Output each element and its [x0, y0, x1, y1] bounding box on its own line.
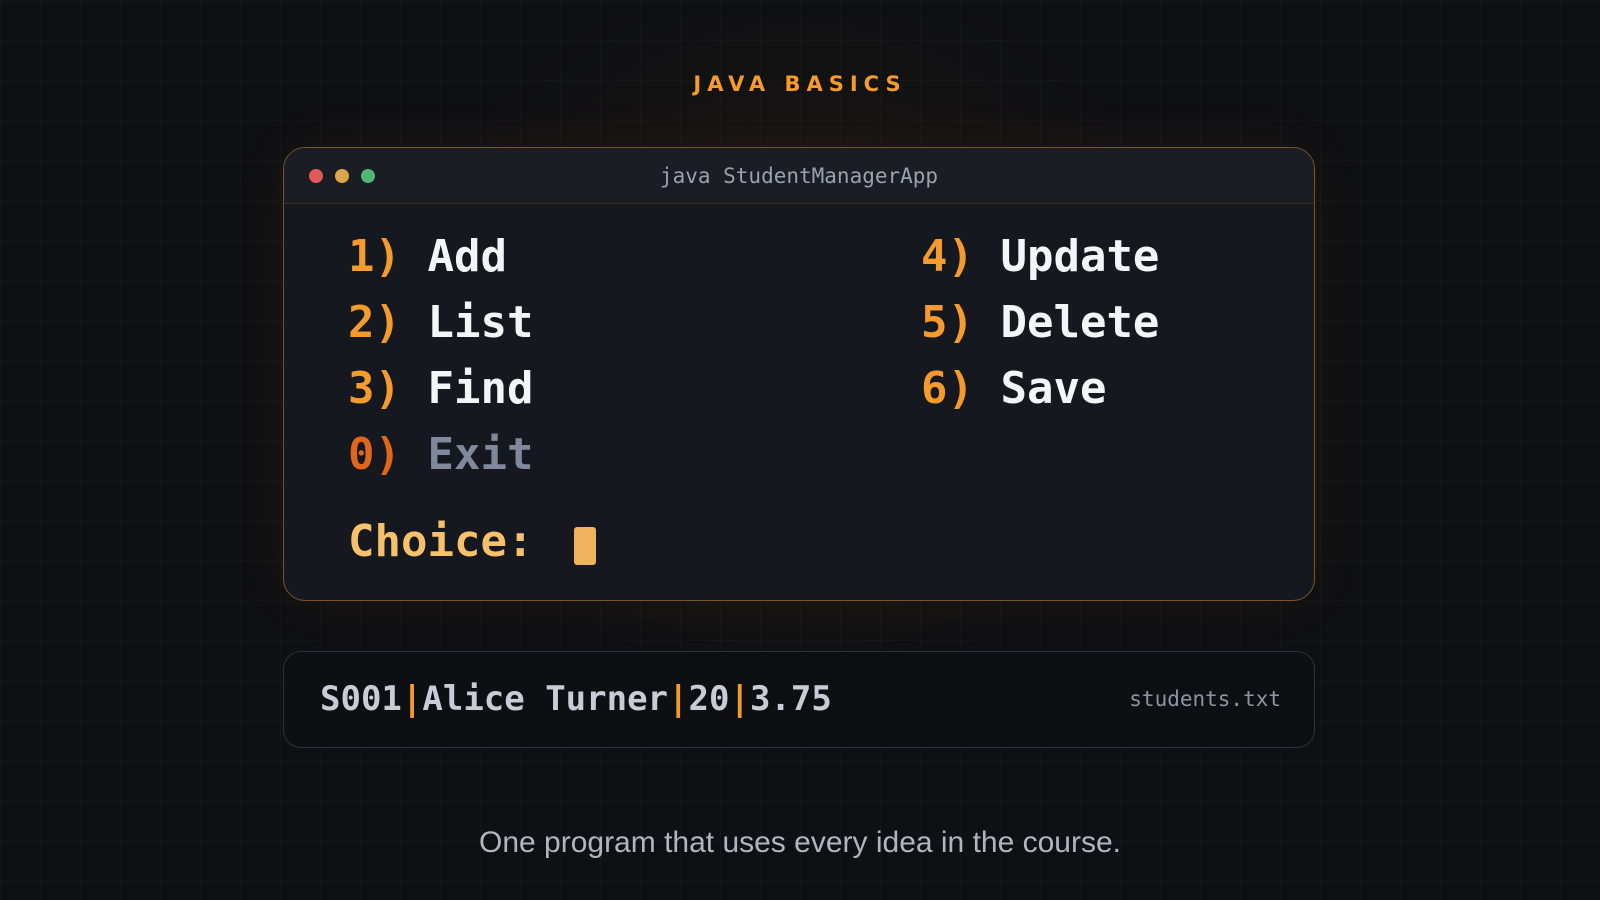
menu-item-number: 5): [921, 297, 974, 348]
terminal-titlebar: java StudentManagerApp: [284, 148, 1314, 204]
menu-item-label: Save: [1000, 363, 1107, 414]
text-cursor-icon[interactable]: [574, 527, 596, 565]
menu-item-update: 4) Update: [921, 224, 1159, 290]
menu-column-right: 4) Update 5) Delete 6) Save: [921, 224, 1159, 422]
menu-item-label: Add: [427, 231, 507, 282]
menu-item-find: 3) Find: [348, 356, 533, 422]
menu-item-list: 2) List: [348, 290, 533, 356]
menu-item-label: Update: [1000, 231, 1160, 282]
record-line: S001|Alice Turner|20|3.75: [320, 652, 832, 746]
record-field-id: S001: [320, 679, 402, 719]
menu-item-delete: 5) Delete: [921, 290, 1159, 356]
terminal-window: java StudentManagerApp 1) Add 2) List 3)…: [283, 147, 1315, 601]
terminal-title: java StudentManagerApp: [659, 164, 939, 188]
menu-column-left: 1) Add 2) List 3) Find 0) Exit: [348, 224, 533, 488]
record-separator: |: [729, 679, 750, 719]
slide-caption: One program that uses every idea in the …: [478, 826, 1121, 859]
record-field-name: Alice Turner: [422, 679, 669, 719]
menu-item-number: 6): [921, 363, 974, 414]
record-separator: |: [668, 679, 689, 719]
menu-item-add: 1) Add: [348, 224, 533, 290]
menu-item-number: 0): [348, 429, 401, 480]
menu-item-label: Delete: [1000, 297, 1160, 348]
choice-prompt: Choice:: [348, 516, 534, 567]
menu-item-exit: 0) Exit: [348, 422, 533, 488]
record-filename: students.txt: [1129, 687, 1281, 711]
record-field-gpa: 3.75: [749, 679, 832, 719]
record-separator: |: [401, 679, 423, 719]
menu-item-save: 6) Save: [921, 356, 1159, 422]
menu-item-number: 3): [348, 363, 401, 414]
menu-item-label: List: [427, 297, 534, 348]
file-record-panel: S001|Alice Turner|20|3.75 students.txt: [283, 651, 1315, 748]
menu-item-number: 4): [921, 231, 974, 282]
section-eyebrow: JAVA BASICS: [693, 72, 907, 96]
menu-item-label: Find: [427, 363, 534, 414]
record-field-age: 20: [688, 679, 730, 719]
menu-item-number: 2): [348, 297, 401, 348]
menu-item-number: 1): [348, 231, 401, 282]
menu-item-label: Exit: [427, 429, 534, 480]
